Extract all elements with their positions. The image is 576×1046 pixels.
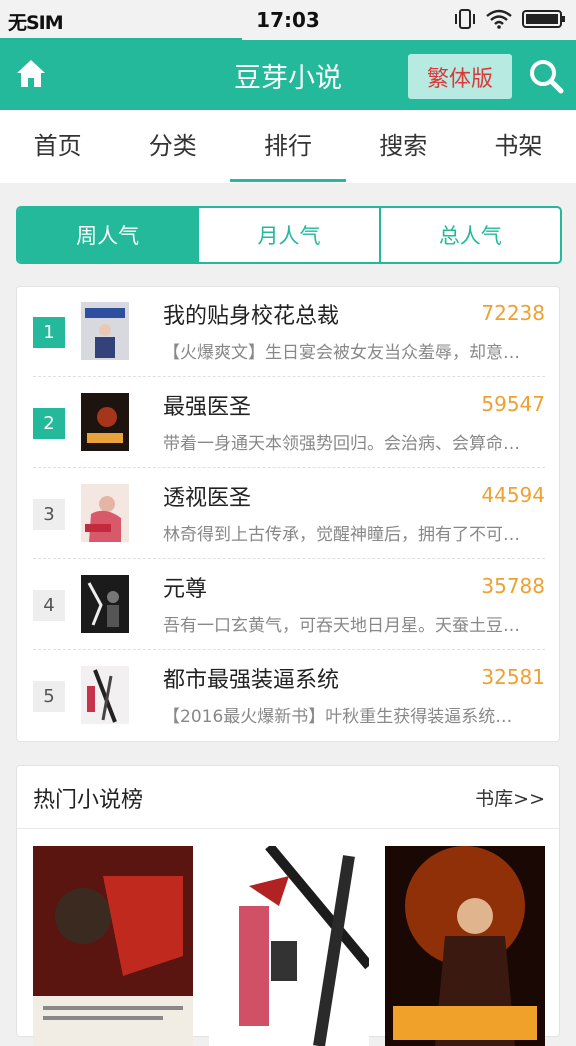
rank-number: 2 <box>33 408 65 439</box>
book-cover-image <box>81 302 129 360</box>
book-cover-image <box>81 484 129 542</box>
list-item[interactable]: 2 最强医圣 59547 带着一身通天本领强势回归。会治病、会算命… <box>33 378 545 468</box>
tab-category[interactable]: 分类 <box>115 110 230 183</box>
list-item[interactable]: 1 我的贴身校花总裁 72238 【火爆爽文】生日宴会被女友当众羞辱，却意… <box>33 287 545 377</box>
rank-number: 1 <box>33 317 65 348</box>
ranking-list: 1 我的贴身校花总裁 72238 【火爆爽文】生日宴会被女友当众羞辱，却意… 2… <box>16 286 560 742</box>
popularity-score: 72238 <box>481 301 545 325</box>
vibrate-icon <box>455 9 475 29</box>
book-cover-image <box>81 666 129 724</box>
book-description: 【2016最火爆新书】叶秋重生获得装逼系统… <box>163 707 513 727</box>
section-header: 热门小说榜 书库>> <box>17 766 559 829</box>
rank-number: 3 <box>33 499 65 530</box>
library-link[interactable]: 书库>> <box>475 784 545 811</box>
tab-home[interactable]: 首页 <box>0 110 115 183</box>
book-title: 我的贴身校花总裁 <box>163 304 340 329</box>
list-item[interactable]: 5 都市最强装逼系统 32581 【2016最火爆新书】叶秋重生获得装逼系统… <box>33 651 545 741</box>
popularity-score: 59547 <box>481 392 545 416</box>
popularity-score: 44594 <box>481 483 545 507</box>
book-description: 带着一身通天本领强势回归。会治病、会算命… <box>163 434 520 454</box>
book-description: 林奇得到上古传承，觉醒神瞳后，拥有了不可… <box>163 525 520 545</box>
main-nav: 首页 分类 排行 搜索 书架 <box>0 110 576 183</box>
book-title: 都市最强装逼系统 <box>163 668 340 693</box>
book-cover-image <box>81 393 129 451</box>
status-bar: 无SIM 17:03 <box>0 0 576 41</box>
section-title: 热门小说榜 <box>33 788 144 813</box>
wifi-icon <box>486 9 512 29</box>
tab-bookshelf[interactable]: 书架 <box>461 110 576 183</box>
book-title: 元尊 <box>163 577 208 602</box>
list-item[interactable]: 3 透视医圣 44594 林奇得到上古传承，觉醒神瞳后，拥有了不可… <box>33 469 545 559</box>
search-icon <box>530 60 564 94</box>
search-button[interactable] <box>528 58 564 94</box>
book-title: 最强医圣 <box>163 395 252 420</box>
hot-novels-section: 热门小说榜 书库>> <box>16 765 560 1046</box>
tab-total-popularity[interactable]: 总人气 <box>378 208 560 262</box>
battery-icon <box>522 10 565 28</box>
list-item[interactable]: 4 元尊 35788 吾有一口玄黄气，可吞天地日月星。天蚕土豆… <box>33 560 545 650</box>
tab-weekly-popularity[interactable]: 周人气 <box>18 208 198 262</box>
rank-number: 4 <box>33 590 65 621</box>
book-cover-image[interactable] <box>385 846 545 1046</box>
app-header: 豆芽小说 繁体版 <box>0 40 576 110</box>
book-description: 【火爆爽文】生日宴会被女友当众羞辱，却意… <box>163 343 520 363</box>
book-cover-image[interactable] <box>209 846 369 1046</box>
rank-number: 5 <box>33 681 65 712</box>
book-cover-image <box>81 575 129 633</box>
popularity-score: 32581 <box>481 665 545 689</box>
book-title: 透视医圣 <box>163 486 252 511</box>
ranking-period-tabs: 周人气 月人气 总人气 <box>16 206 562 264</box>
tab-search[interactable]: 搜索 <box>346 110 461 183</box>
traditional-chinese-button[interactable]: 繁体版 <box>408 54 512 99</box>
popularity-score: 35788 <box>481 574 545 598</box>
book-cover-image[interactable] <box>33 846 193 1046</box>
tab-monthly-popularity[interactable]: 月人气 <box>197 208 378 262</box>
book-description: 吾有一口玄黄气，可吞天地日月星。天蚕土豆… <box>163 616 520 636</box>
tab-ranking[interactable]: 排行 <box>230 110 346 183</box>
